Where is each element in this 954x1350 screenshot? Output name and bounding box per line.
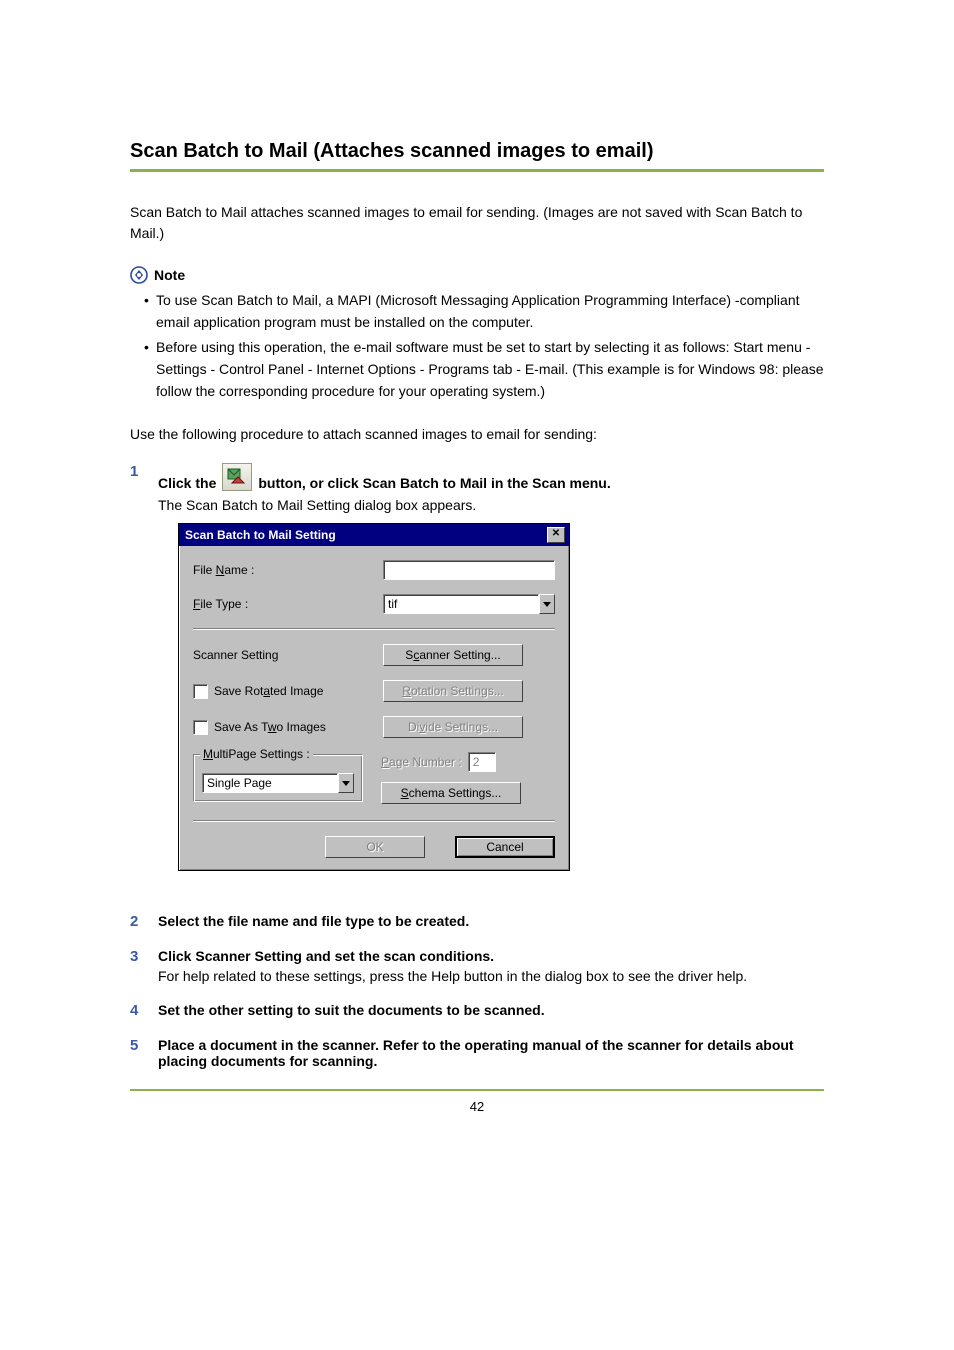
lead-text: Use the following procedure to attach sc… [130,424,824,445]
step-1-text-pre: Click the [158,475,216,491]
note-label: Note [154,267,185,283]
save-rotated-label: Save Rotated Image [214,684,323,698]
file-name-input[interactable] [383,560,555,580]
save-two-images-label: Save As Two Images [214,720,326,734]
scan-to-mail-toolbar-icon [222,463,252,491]
rotation-settings-button: Rotation Settings... [383,680,523,702]
step-number: 5 [130,1037,144,1069]
dialog-title: Scan Batch to Mail Setting [185,528,336,542]
step-number: 4 [130,1002,144,1019]
close-icon[interactable]: ✕ [547,527,565,543]
ok-button: OK [325,836,425,858]
step-2-text: Select the file name and file type to be… [158,913,469,929]
scanner-setting-label: Scanner Setting [193,648,383,662]
chevron-down-icon[interactable] [539,594,555,614]
save-two-images-checkbox[interactable] [193,720,208,735]
step-3-text: Click Scanner Setting and set the scan c… [158,948,824,964]
cancel-button[interactable]: Cancel [455,836,555,858]
step-number: 2 [130,913,144,930]
page-number-input: 2 [468,752,496,772]
note-header: Note [130,266,824,284]
scanner-setting-button[interactable]: Scanner Setting... [383,644,523,666]
note-icon [130,266,148,284]
step-number: 3 [130,948,144,984]
page-number-label: Page Number : [381,755,462,769]
step-5-text: Place a document in the scanner. Refer t… [158,1037,794,1069]
step-1-sub: The Scan Batch to Mail Setting dialog bo… [158,497,824,513]
step-3-sub: For help related to these settings, pres… [158,968,824,984]
footer-rule [130,1089,824,1091]
step-1-text-post: button, or click Scan Batch to Mail in t… [258,475,610,491]
step-number: 1 [130,463,144,895]
chevron-down-icon[interactable] [338,773,354,793]
multipage-legend: MultiPage Settings : [200,747,313,761]
schema-settings-button[interactable]: Schema Settings... [381,782,521,804]
multipage-fieldset: MultiPage Settings : Single Page [193,754,363,802]
multipage-select[interactable]: Single Page [202,773,354,793]
scan-batch-to-mail-dialog: Scan Batch to Mail Setting ✕ File Name :… [178,523,570,871]
page-number: 42 [130,1099,824,1114]
heading-rule [130,169,824,172]
file-type-select[interactable]: tif [383,594,555,614]
page-title: Scan Batch to Mail (Attaches scanned ima… [130,140,824,163]
file-name-label: File Name : [193,563,383,577]
intro-text: Scan Batch to Mail attaches scanned imag… [130,202,824,244]
save-rotated-checkbox[interactable] [193,684,208,699]
file-type-label: File Type : [193,597,383,611]
divide-settings-button: Divide Settings... [383,716,523,738]
note-item: Before using this operation, the e-mail … [144,337,824,402]
step-4-text: Set the other setting to suit the docume… [158,1002,545,1018]
note-item: To use Scan Batch to Mail, a MAPI (Micro… [144,290,824,333]
